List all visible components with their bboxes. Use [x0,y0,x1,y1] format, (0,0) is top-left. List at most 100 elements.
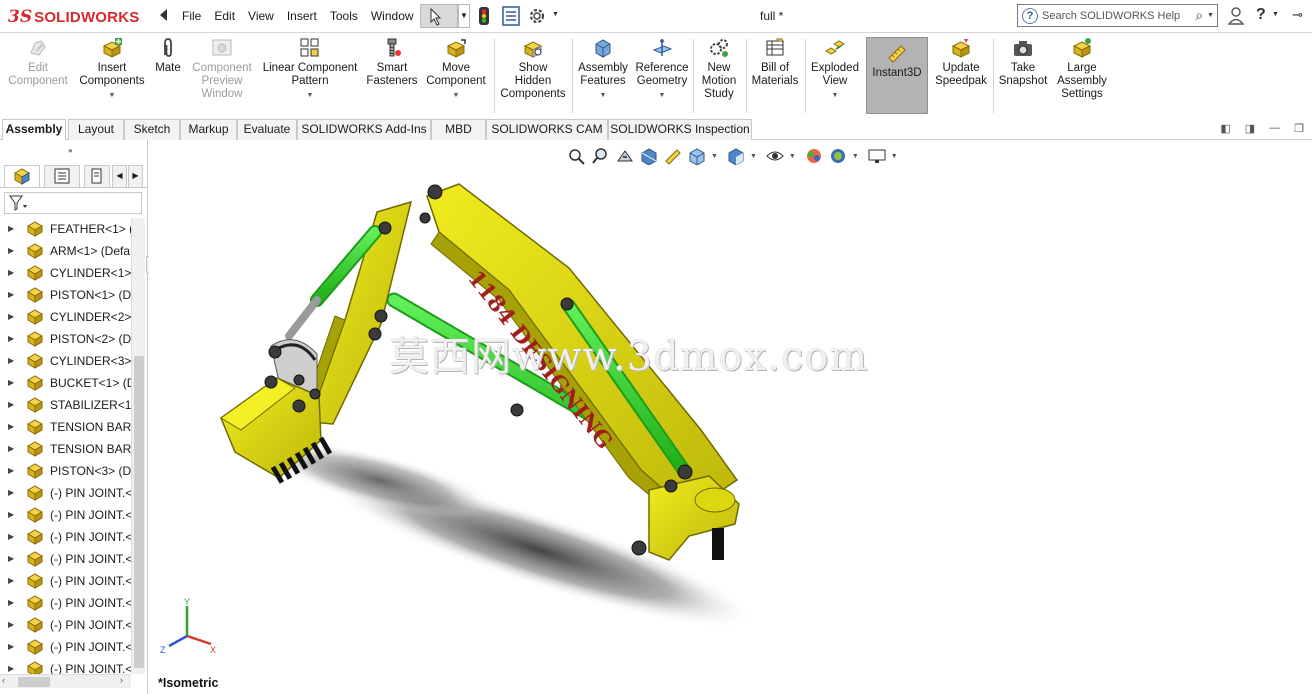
search-dropdown-icon[interactable]: ▼ [1207,12,1214,19]
expand-arrow-icon[interactable]: ▶ [8,306,14,328]
help-dropdown-icon[interactable]: ▼ [1272,11,1279,18]
expand-arrow-icon[interactable]: ▶ [8,570,14,592]
new-motion-study-button[interactable]: New Motion Study [696,37,742,101]
tab-feature-manager[interactable] [4,165,40,187]
exploded-view-button[interactable]: Exploded View ▼ [808,37,862,102]
menu-file[interactable]: File [182,9,201,23]
expand-arrow-icon[interactable]: ▶ [8,614,14,636]
tab-assembly[interactable]: Assembly [2,119,66,140]
mate-button[interactable]: Mate [150,37,186,75]
tree-item[interactable]: ▶ BUCKET<1> (D [0,372,131,394]
help-icon[interactable]: ? [1256,6,1266,24]
reference-geometry-button[interactable]: Reference Geometry ▼ [634,37,690,102]
linear-pattern-dropdown-icon[interactable]: ▼ [258,89,362,102]
select-icon[interactable] [420,4,458,28]
update-speedpak-button[interactable]: Update Speedpak [932,37,990,88]
tree-item[interactable]: ▶ (-) PIN JOINT.< [0,482,131,504]
tree-item[interactable]: ▶ CYLINDER<2> [0,306,131,328]
bill-of-materials-button[interactable]: Bill of Materials [748,37,802,88]
insert-components-button[interactable]: Insert Components ▼ [78,37,146,102]
expand-arrow-icon[interactable]: ▶ [8,372,14,394]
tree-item[interactable]: ▶ (-) PIN JOINT.< [0,592,131,614]
expand-arrow-icon[interactable]: ▶ [8,284,14,306]
scroll-right-icon[interactable]: › [120,675,123,685]
large-assembly-settings-button[interactable]: Large Assembly Settings [1054,37,1110,101]
reference-geometry-dropdown-icon[interactable]: ▼ [634,89,690,102]
expand-arrow-icon[interactable]: ▶ [8,548,14,570]
tree-item[interactable]: ▶ PISTON<3> (De [0,460,131,482]
tree-horizontal-scrollbar[interactable]: ‹ › [0,674,131,688]
gear-icon[interactable] [528,6,546,26]
move-component-dropdown-icon[interactable]: ▼ [422,89,490,102]
tree-item[interactable]: ▶ CYLINDER<1> [0,262,131,284]
expand-arrow-icon[interactable]: ▶ [8,218,14,240]
search-icon[interactable]: ⌕ [1195,7,1203,24]
expand-arrow-icon[interactable]: ▶ [8,416,14,438]
expand-arrow-icon[interactable]: ▶ [8,658,14,674]
tree-filter[interactable] [4,192,142,214]
expand-arrow-icon[interactable]: ▶ [8,262,14,284]
document-properties-icon[interactable] [502,6,520,26]
tree-item[interactable]: ▶ (-) PIN JOINT.< [0,658,131,674]
pin-icon[interactable]: ⊸ [1292,7,1303,23]
tree-item[interactable]: ▶ TENSION BAR< [0,416,131,438]
expand-arrow-icon[interactable]: ▶ [8,636,14,658]
tree-item[interactable]: ▶ (-) PIN JOINT.< [0,570,131,592]
backhoe-arm-model[interactable]: 1184 DESIGNING [149,140,1312,694]
tree-item[interactable]: ▶ (-) PIN JOINT.< [0,526,131,548]
expand-arrow-icon[interactable]: ▶ [8,504,14,526]
tab-sketch[interactable]: Sketch [124,119,180,140]
tree-item[interactable]: ▶ (-) PIN JOINT.< [0,548,131,570]
insert-components-dropdown-icon[interactable]: ▼ [78,89,146,102]
select-dropdown[interactable]: ▼ [458,4,470,28]
tab-evaluate[interactable]: Evaluate [237,119,297,140]
tree-item[interactable]: ▶ (-) PIN JOINT.< [0,636,131,658]
scrollbar-thumb[interactable] [18,677,50,687]
restore-icon[interactable]: ❐ [1294,122,1304,135]
back-arrow-icon[interactable] [160,9,167,21]
menu-window[interactable]: Window [371,9,414,23]
exploded-view-dropdown-icon[interactable]: ▼ [808,89,862,102]
show-hidden-components-button[interactable]: Show Hidden Components [498,37,568,101]
tree-item[interactable]: ▶ CYLINDER<3> [0,350,131,372]
collapse-right-icon[interactable]: ◨ [1245,122,1255,135]
traffic-light-icon[interactable] [478,6,490,26]
panel-grip-icon[interactable]: ● [68,146,73,155]
tree-item[interactable]: ▶ (-) PIN JOINT.< [0,614,131,636]
component-preview-window-button[interactable]: Component Preview Window [188,37,256,101]
solidworks-logo[interactable]: 3S SOLIDWORKS [8,6,139,28]
expand-arrow-icon[interactable]: ▶ [8,482,14,504]
expand-arrow-icon[interactable]: ▶ [8,328,14,350]
menu-edit[interactable]: Edit [214,9,235,23]
assembly-features-button[interactable]: Assembly Features ▼ [574,37,632,102]
tree-item[interactable]: ▶ TENSION BAR< [0,438,131,460]
take-snapshot-button[interactable]: Take Snapshot [996,37,1050,88]
tab-solidworks-add-ins[interactable]: SOLIDWORKS Add-Ins [297,119,431,140]
tree-item[interactable]: ▶ PISTON<1> (De [0,284,131,306]
tab-solidworks-cam[interactable]: SOLIDWORKS CAM [486,119,608,140]
collapse-left-icon[interactable]: ◧ [1220,122,1230,135]
tree-item[interactable]: ▶ (-) PIN JOINT.< [0,504,131,526]
gear-dropdown-icon[interactable]: ▼ [552,11,559,18]
tree-item[interactable]: ▶ PISTON<2> (De [0,328,131,350]
search-help-input[interactable]: ? Search SOLIDWORKS Help ⌕ ▼ [1017,4,1218,27]
tree-item[interactable]: ▶ ARM<1> (Defa [0,240,131,262]
scroll-left-icon[interactable]: ‹ [2,675,5,685]
smart-fasteners-button[interactable]: Smart Fasteners [364,37,420,88]
menu-tools[interactable]: Tools [330,9,358,23]
tree-vertical-scrollbar[interactable] [131,218,145,674]
tab-configuration-manager[interactable] [84,165,110,187]
assembly-features-dropdown-icon[interactable]: ▼ [574,89,632,102]
tabs-scroll-left-icon[interactable]: ◀ [112,165,127,187]
menu-insert[interactable]: Insert [287,9,317,23]
expand-arrow-icon[interactable]: ▶ [8,438,14,460]
user-icon[interactable] [1228,7,1244,25]
tabs-scroll-right-icon[interactable]: ▶ [128,165,143,187]
tab-solidworks-inspection[interactable]: SOLIDWORKS Inspection [608,119,752,140]
expand-arrow-icon[interactable]: ▶ [8,592,14,614]
expand-arrow-icon[interactable]: ▶ [8,240,14,262]
move-component-button[interactable]: Move Component ▼ [422,37,490,102]
graphics-area[interactable]: ▼ ▼ ▼ ▼ ▼ 1184 DESIGNING 莫西网www.3dmox.co… [149,140,1312,694]
linear-component-pattern-button[interactable]: Linear Component Pattern ▼ [258,37,362,102]
edit-component-button[interactable]: Edit Component [6,37,70,88]
